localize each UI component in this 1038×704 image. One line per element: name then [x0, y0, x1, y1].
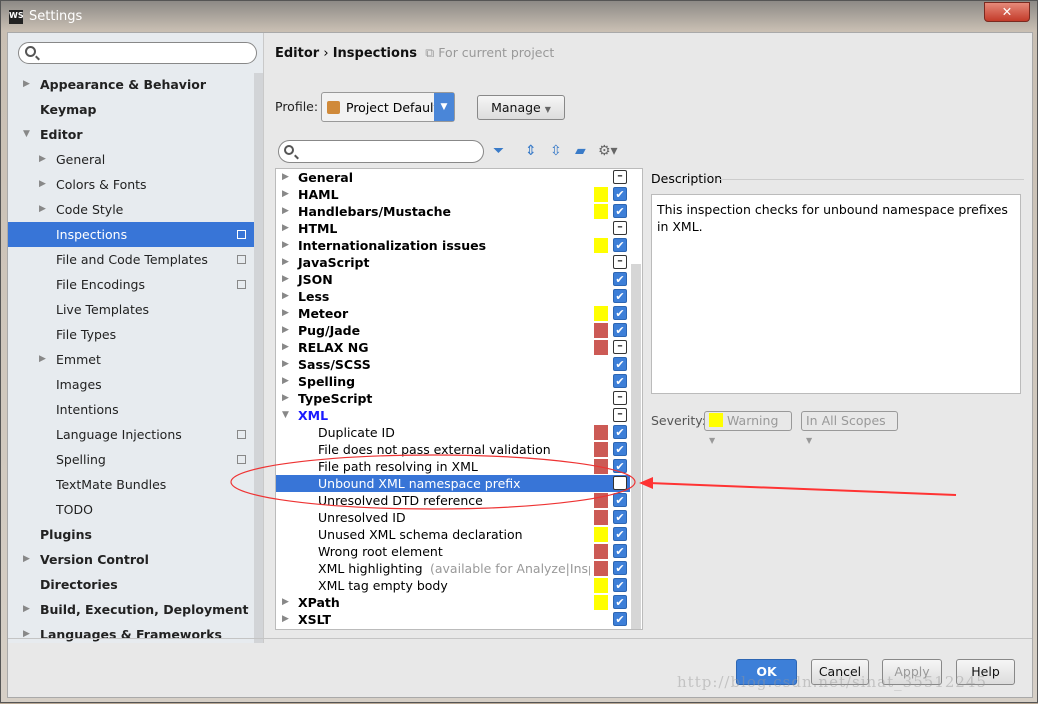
annotation-arrowhead [639, 477, 653, 489]
annotation-overlay [230, 454, 957, 510]
watermark: http://blog.csdn.net/sinat_35512245 [677, 673, 988, 691]
settings-window: WS Settings ✕ ▶ Appearance & Behavior Keym… [0, 0, 1038, 703]
annotation-ellipse [230, 454, 636, 510]
annotation-arrow-line [648, 482, 957, 496]
